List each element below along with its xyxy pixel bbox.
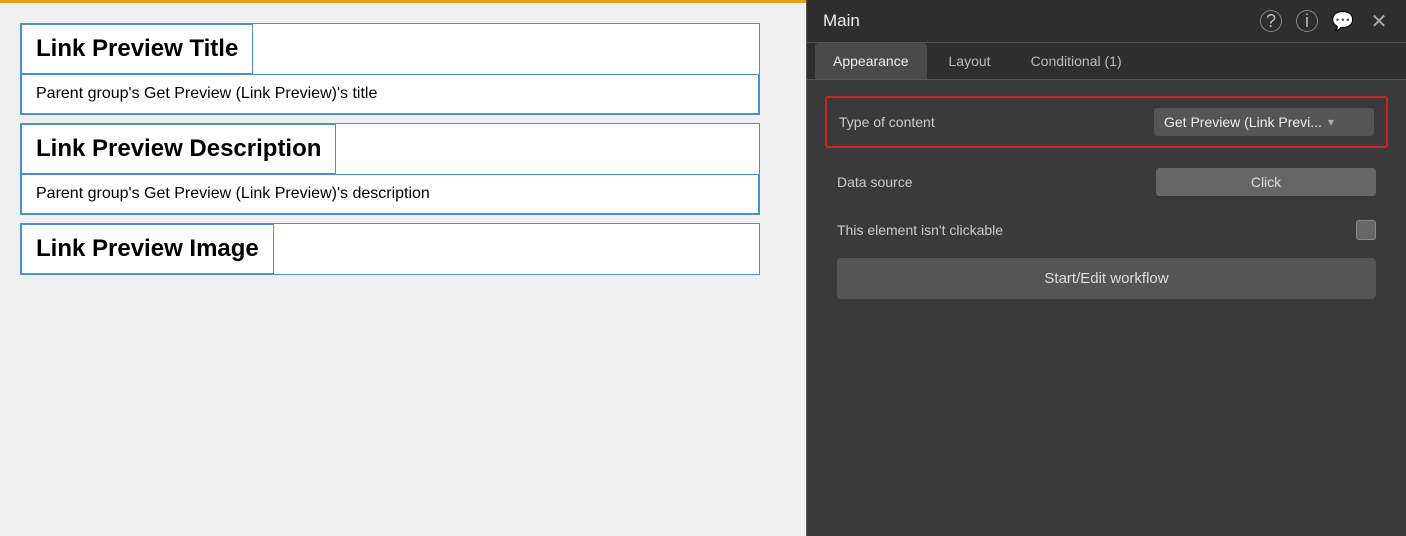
chevron-down-icon: ▾ [1328,115,1334,129]
canvas-area: Link Preview Title Parent group's Get Pr… [0,0,806,536]
comment-icon[interactable]: 💬 [1332,10,1354,32]
data-source-row: Data source Click [825,162,1388,202]
link-preview-description-value: Parent group's Get Preview (Link Preview… [21,174,759,214]
tab-appearance[interactable]: Appearance [815,43,927,79]
link-preview-image-section: Link Preview Image [20,223,760,275]
tabs-row: Appearance Layout Conditional (1) [807,43,1406,80]
type-of-content-value: Get Preview (Link Previ... [1164,114,1322,130]
data-source-click-button[interactable]: Click [1156,168,1376,196]
link-preview-title-section: Link Preview Title Parent group's Get Pr… [20,23,760,115]
panel-title: Main [823,11,860,31]
link-preview-title-value: Parent group's Get Preview (Link Preview… [21,74,759,114]
canvas-sections: Link Preview Title Parent group's Get Pr… [20,23,760,283]
link-preview-image-heading: Link Preview Image [21,224,274,274]
data-source-label: Data source [837,174,912,190]
panel-header: Main ? i 💬 ✕ [807,0,1406,43]
not-clickable-row: This element isn't clickable [825,216,1388,244]
not-clickable-checkbox[interactable] [1356,220,1376,240]
type-of-content-dropdown[interactable]: Get Preview (Link Previ... ▾ [1154,108,1374,136]
help-icon[interactable]: ? [1260,10,1282,32]
link-preview-description-heading: Link Preview Description [21,124,336,174]
not-clickable-label: This element isn't clickable [837,222,1003,238]
link-preview-image-text: Link Preview Image [36,235,259,263]
tab-conditional[interactable]: Conditional (1) [1013,43,1140,79]
link-preview-description-text: Link Preview Description [36,135,321,163]
link-preview-title-text: Link Preview Title [36,35,238,63]
right-panel: Main ? i 💬 ✕ Appearance Layout Condition… [806,0,1406,536]
link-preview-description-section: Link Preview Description Parent group's … [20,123,760,215]
close-icon[interactable]: ✕ [1368,10,1390,32]
workflow-button[interactable]: Start/Edit workflow [837,258,1376,299]
info-icon[interactable]: i [1296,10,1318,32]
panel-content: Type of content Get Preview (Link Previ.… [807,80,1406,315]
panel-icons: ? i 💬 ✕ [1260,10,1390,32]
type-of-content-label: Type of content [839,114,935,130]
type-of-content-row: Type of content Get Preview (Link Previ.… [825,96,1388,148]
link-preview-title-heading: Link Preview Title [21,24,253,74]
tab-layout[interactable]: Layout [931,43,1009,79]
